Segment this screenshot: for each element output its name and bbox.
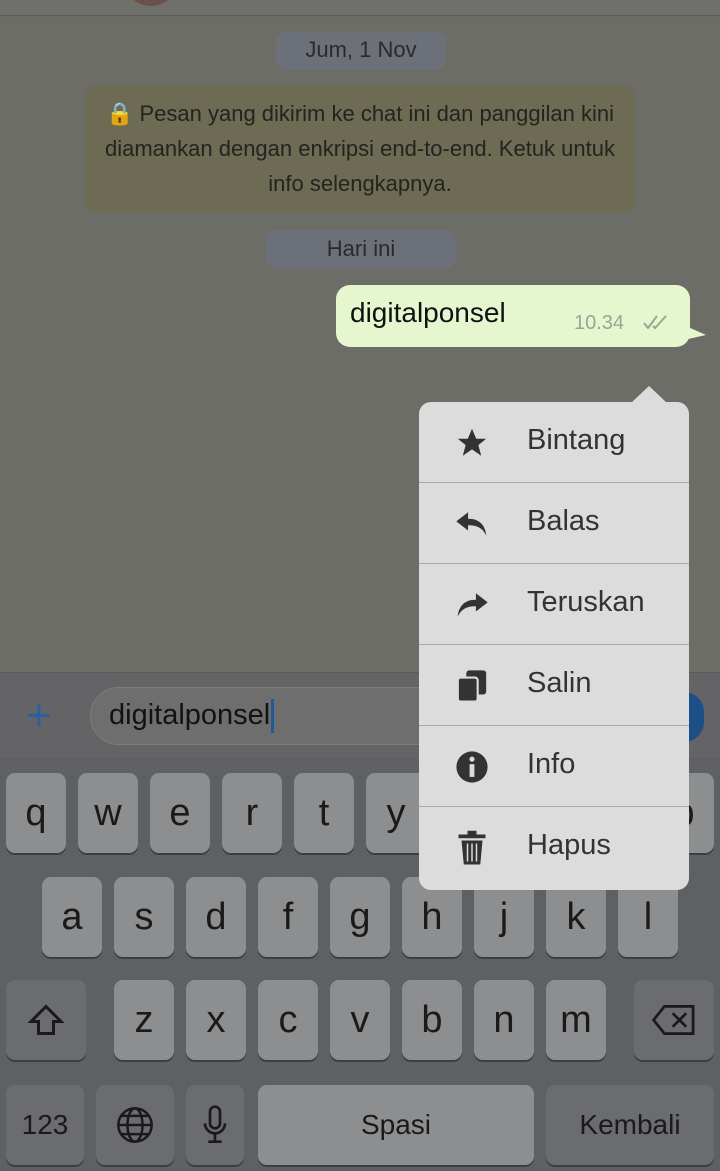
message-time: 10.34 bbox=[574, 312, 625, 334]
key-b[interactable]: b bbox=[402, 980, 462, 1060]
key-w[interactable]: w bbox=[78, 773, 138, 853]
menu-item-label: Hapus bbox=[527, 829, 611, 861]
info-icon bbox=[455, 750, 489, 784]
message-input-value: digitalponsel bbox=[109, 699, 271, 731]
contact-avatar[interactable] bbox=[128, 0, 174, 6]
message-text: digitalponsel bbox=[350, 297, 506, 328]
backspace-icon bbox=[651, 1005, 695, 1035]
key-y[interactable]: y bbox=[366, 773, 426, 853]
menu-item-label: Bintang bbox=[527, 424, 626, 456]
star-icon bbox=[455, 426, 489, 460]
lock-icon: 🔒 bbox=[105, 101, 134, 126]
delete-key[interactable] bbox=[634, 980, 714, 1060]
key-t[interactable]: t bbox=[294, 773, 354, 853]
key-d[interactable]: d bbox=[186, 877, 246, 957]
shift-key[interactable] bbox=[6, 980, 86, 1060]
menu-item-label: Teruskan bbox=[527, 586, 645, 618]
menu-item-label: Balas bbox=[527, 505, 600, 537]
return-key[interactable]: Kembali bbox=[546, 1085, 714, 1165]
key-e[interactable]: e bbox=[150, 773, 210, 853]
key-r[interactable]: r bbox=[222, 773, 282, 853]
key-f[interactable]: f bbox=[258, 877, 318, 957]
globe-key[interactable] bbox=[96, 1085, 174, 1165]
shift-icon bbox=[28, 1004, 64, 1035]
menu-item-bintang[interactable]: Bintang bbox=[419, 402, 689, 483]
menu-item-label: Info bbox=[527, 748, 576, 780]
message-context-menu: Bintang Balas Teruskan Salin Info Hapus bbox=[419, 386, 689, 890]
microphone-key[interactable] bbox=[186, 1085, 244, 1165]
chat-header bbox=[0, 0, 720, 16]
key-q[interactable]: q bbox=[6, 773, 66, 853]
today-badge: Hari ini bbox=[266, 230, 456, 268]
key-c[interactable]: c bbox=[258, 980, 318, 1060]
numbers-key[interactable]: 123 bbox=[6, 1085, 84, 1165]
menu-item-balas[interactable]: Balas bbox=[419, 483, 689, 564]
space-key[interactable]: Spasi bbox=[258, 1085, 534, 1165]
key-g[interactable]: g bbox=[330, 877, 390, 957]
trash-icon bbox=[455, 830, 489, 865]
encryption-text: Pesan yang dikirim ke chat ini dan pangg… bbox=[104, 101, 615, 196]
copy-icon bbox=[455, 669, 489, 703]
key-m[interactable]: m bbox=[546, 980, 606, 1060]
key-z[interactable]: z bbox=[114, 980, 174, 1060]
menu-item-teruskan[interactable]: Teruskan bbox=[419, 564, 689, 645]
menu-item-salin[interactable]: Salin bbox=[419, 645, 689, 726]
encryption-notice[interactable]: 🔒 Pesan yang dikirim ke chat ini dan pan… bbox=[85, 86, 635, 212]
double-check-icon bbox=[643, 315, 667, 330]
key-v[interactable]: v bbox=[330, 980, 390, 1060]
microphone-icon bbox=[203, 1105, 227, 1143]
key-a[interactable]: a bbox=[42, 877, 102, 957]
forward-icon bbox=[455, 588, 489, 622]
menu-item-label: Salin bbox=[527, 667, 592, 699]
text-caret bbox=[271, 699, 275, 734]
menu-item-info[interactable]: Info bbox=[419, 726, 689, 807]
key-s[interactable]: s bbox=[114, 877, 174, 957]
key-x[interactable]: x bbox=[186, 980, 246, 1060]
reply-icon bbox=[455, 507, 489, 541]
date-badge: Jum, 1 Nov bbox=[276, 32, 446, 70]
key-n[interactable]: n bbox=[474, 980, 534, 1060]
message-bubble[interactable]: digitalponsel 10.34 bbox=[336, 285, 706, 347]
plus-icon[interactable]: + bbox=[26, 694, 52, 738]
globe-icon bbox=[117, 1107, 153, 1143]
menu-item-hapus[interactable]: Hapus bbox=[419, 807, 689, 888]
